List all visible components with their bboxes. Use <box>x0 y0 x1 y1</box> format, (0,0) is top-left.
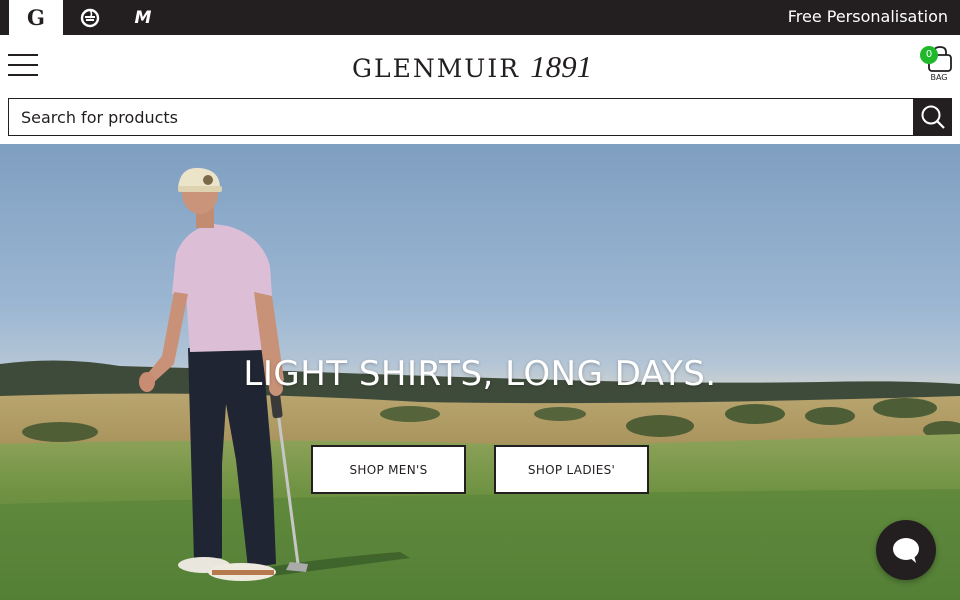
search-bar <box>8 98 952 136</box>
logo-wordmark: Glenmuir <box>352 54 521 83</box>
glenmuir-g-icon: G <box>27 5 45 30</box>
bag-count-badge: 0 <box>920 46 938 64</box>
free-personalisation-link[interactable]: Free Personalisation <box>788 0 948 35</box>
search-input[interactable] <box>9 99 914 135</box>
chat-bubble-icon <box>893 538 919 563</box>
brand-switcher-bar: G M Free Personalisation <box>0 0 960 35</box>
menu-line-icon <box>8 54 38 56</box>
site-header: Glenmuir 1891 0 BAG <box>0 35 960 97</box>
shop-ladies-button[interactable]: SHOP LADIES' <box>494 445 649 494</box>
logo-year: 1891 <box>530 49 593 84</box>
hamburger-menu-button[interactable] <box>8 53 38 77</box>
brand-tab-m[interactable]: M <box>116 0 170 35</box>
search-button[interactable] <box>913 98 952 136</box>
hero-banner[interactable]: LIGHT SHIRTS, LONG DAYS. SHOP MEN'S SHOP… <box>0 144 960 600</box>
bag-label: BAG <box>930 73 948 82</box>
shop-mens-button[interactable]: SHOP MEN'S <box>311 445 466 494</box>
brand-tab-swirl[interactable] <box>63 0 117 35</box>
glenmuir-logo[interactable]: Glenmuir 1891 <box>352 49 592 85</box>
live-chat-button[interactable] <box>876 520 936 580</box>
search-icon <box>921 105 945 129</box>
brand-tab-glenmuir[interactable]: G <box>9 0 63 35</box>
shopping-bag-button[interactable]: 0 BAG <box>918 45 954 85</box>
menu-line-icon <box>8 74 38 76</box>
m-brand-icon: M <box>134 7 152 28</box>
hero-headline: LIGHT SHIRTS, LONG DAYS. <box>243 354 717 394</box>
swirl-logo-icon <box>80 8 100 27</box>
menu-line-icon <box>8 64 38 66</box>
